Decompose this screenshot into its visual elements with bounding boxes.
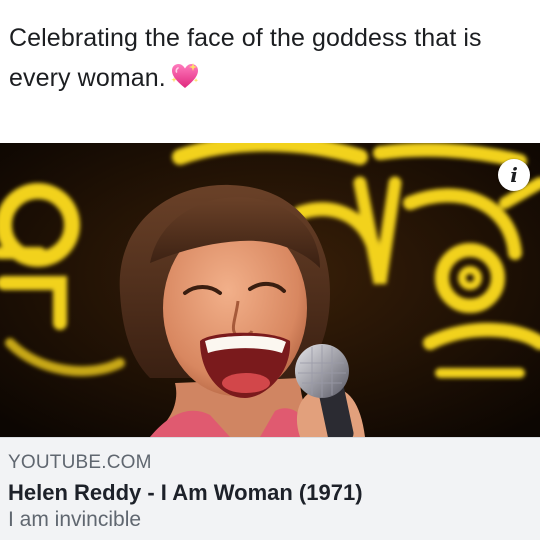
video-thumbnail[interactable]: i	[0, 143, 540, 437]
thumbnail-image	[0, 143, 540, 437]
link-domain: YOUTUBE.COM	[8, 452, 152, 473]
link-title[interactable]: Helen Reddy - I Am Woman (1971)	[8, 480, 363, 506]
post-text-line-2: every woman.	[9, 58, 529, 98]
post-text-line-1: Celebrating the face of the goddess that…	[9, 24, 482, 52]
link-preview[interactable]: YOUTUBE.COM Helen Reddy - I Am Woman (19…	[0, 437, 540, 540]
link-description: I am invincible	[8, 508, 142, 531]
post-text-line-2-content: every woman.	[9, 64, 166, 92]
sparkling-heart-icon	[170, 62, 200, 90]
facebook-post: Celebrating the face of the goddess that…	[0, 0, 540, 540]
post-text: Celebrating the face of the goddess that…	[9, 18, 529, 98]
info-button[interactable]: i	[498, 159, 530, 191]
